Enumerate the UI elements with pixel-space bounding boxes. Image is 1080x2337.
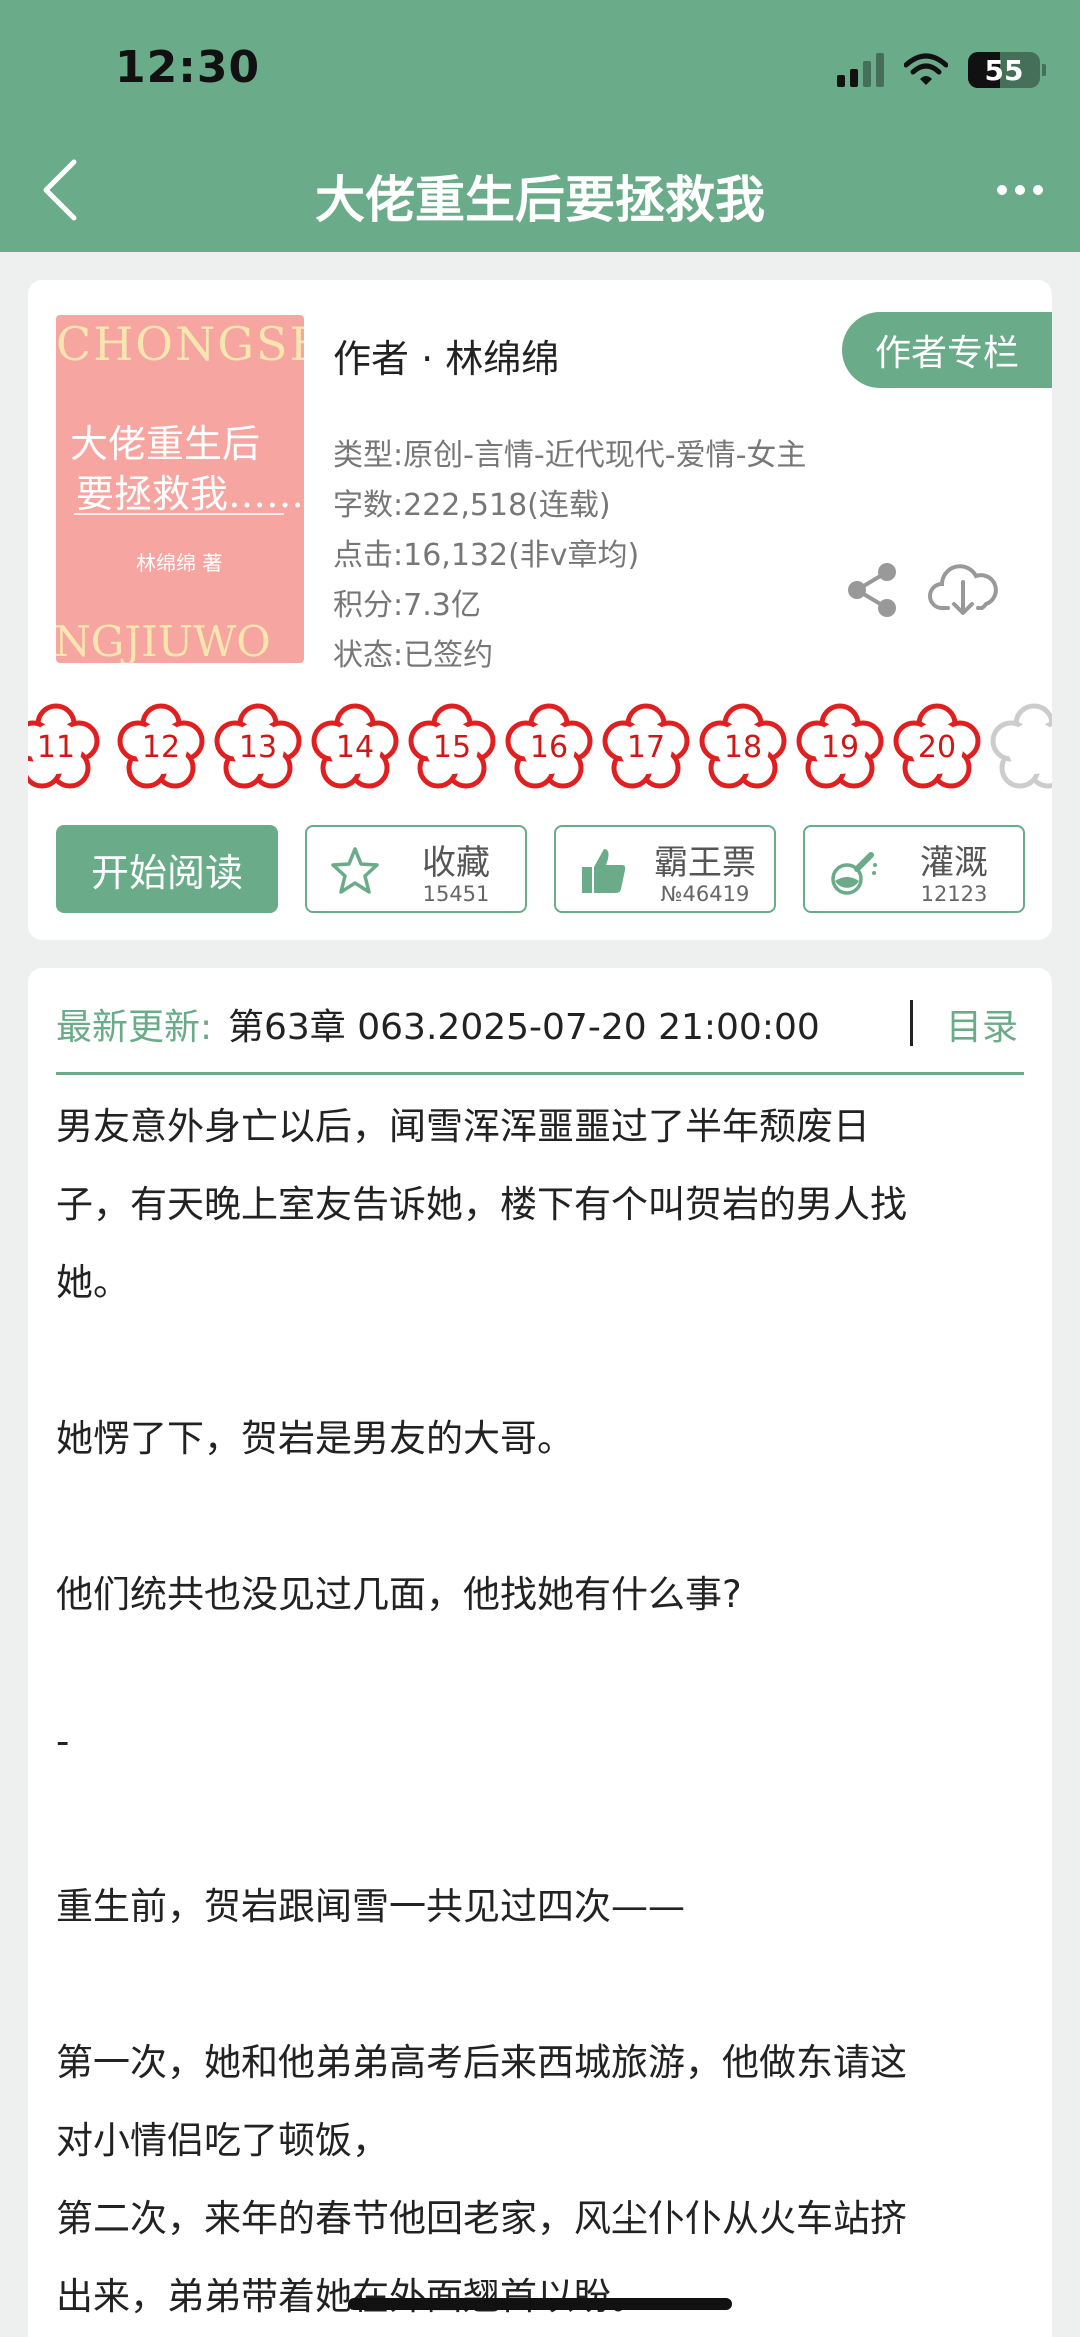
synopsis-line: 第一次，她和他弟弟高考后来西城旅游，他做东请这 <box>56 2041 907 2084</box>
wifi-icon <box>904 53 948 85</box>
more-icon-dot <box>997 185 1007 195</box>
flower-badge[interactable]: 14 <box>307 700 403 796</box>
cover-top-text: CHONGSH <box>56 317 304 371</box>
flower-icon <box>990 703 1052 789</box>
home-indicator[interactable] <box>348 2298 732 2310</box>
meta-status: 状态:已签约 <box>333 638 494 673</box>
flower-badge[interactable]: 17 <box>598 700 694 796</box>
top-bar: 12:30 55 大佬重生后要拯救我 <box>0 0 1080 252</box>
flower-badge[interactable]: 18 <box>695 700 791 796</box>
flower-number: 19 <box>820 730 860 765</box>
flower-number: 15 <box>432 730 472 765</box>
author-column-button[interactable]: 作者专栏 <box>842 312 1052 388</box>
watering-flask-icon <box>831 852 877 895</box>
flower-badge[interactable]: 19 <box>792 700 888 796</box>
synopsis-line: 子，有天晚上室友告诉她，楼下有个叫贺岩的男人找 <box>56 1183 907 1226</box>
flower-badge[interactable]: 16 <box>501 700 597 796</box>
synopsis-line: 男友意外身亡以后，闻雪浑浑噩噩过了半年颓废日 <box>56 1105 870 1148</box>
book-content-card: 最新更新: 第63章 063.2025-07-20 21:00:00 目录 男友… <box>28 968 1052 2337</box>
flower-ranking-strip[interactable]: 11 12 13 14 15 16 17 18 19 20 <box>28 700 1052 800</box>
flower-number: 17 <box>626 730 666 765</box>
flower-number: 16 <box>529 730 569 765</box>
synopsis-line: 对小情侣吃了顿饭， <box>56 2119 389 2162</box>
page-title: 大佬重生后要拯救我 <box>315 171 765 229</box>
flower-badge[interactable]: 20 <box>889 700 985 796</box>
flower-badge[interactable]: 11 <box>28 700 104 796</box>
nutrient-button[interactable]: 灌溉 12123 <box>803 825 1025 913</box>
favorite-label: 收藏 <box>422 843 490 883</box>
synopsis-line: 她愣了下，贺岩是男友的大哥。 <box>56 1417 574 1460</box>
cloud-download-icon <box>928 564 998 615</box>
flower-number: 11 <box>36 730 76 765</box>
thumbs-up-icon <box>582 849 626 893</box>
author-name[interactable]: 作者 · 林绵绵 <box>333 328 559 383</box>
meta-points: 积分:7.3亿 <box>333 588 481 623</box>
table-of-contents-link[interactable]: 目录 <box>946 998 1018 1050</box>
book-cover[interactable]: CHONGSH 大佬重生后 要拯救我…… 林绵绵 著 NGJIUWO <box>56 315 304 663</box>
flower-number: 12 <box>141 730 181 765</box>
flower-number: 18 <box>723 730 763 765</box>
synopsis-line: 她。 <box>56 1261 130 1304</box>
favorite-count: 15451 <box>422 882 490 906</box>
overlord-ticket-count: №46419 <box>660 882 750 906</box>
download-button[interactable] <box>928 558 1000 618</box>
synopsis-line: 他们统共也没见过几面，他找她有什么事? <box>56 1573 742 1616</box>
synopsis-line: - <box>56 1720 70 1763</box>
synopsis-line: 重生前，贺岩跟闻雪一共见过四次—— <box>56 1885 685 1928</box>
start-reading-button[interactable]: 开始阅读 <box>56 825 278 913</box>
share-button[interactable] <box>843 560 903 620</box>
overlord-ticket-button[interactable]: 霸王票 №46419 <box>554 825 776 913</box>
divider <box>910 1000 913 1046</box>
cover-author: 林绵绵 著 <box>136 551 223 575</box>
latest-update-label: 最新更新: <box>56 1007 213 1048</box>
cover-divider <box>74 513 284 515</box>
synopsis-line: 第二次，来年的春节他回老家，风尘仆仆从火车站挤 <box>56 2197 907 2240</box>
status-time: 12:30 <box>115 42 261 93</box>
latest-update-chapter[interactable]: 第63章 063.2025-07-20 21:00:00 <box>228 998 820 1050</box>
more-icon-dot <box>1033 185 1043 195</box>
divider <box>56 1072 1024 1075</box>
more-icon-dot <box>1015 185 1025 195</box>
share-icon <box>848 563 896 617</box>
cover-title-line2: 要拯救我…… <box>76 472 304 516</box>
status-icons: 55 <box>837 48 1046 92</box>
flower-badge[interactable]: 15 <box>404 700 500 796</box>
cover-title-line1: 大佬重生后 <box>70 422 261 466</box>
nutrient-count: 12123 <box>920 882 988 906</box>
flower-badge-partial[interactable] <box>986 700 1052 796</box>
more-options-button[interactable] <box>990 170 1050 210</box>
battery-icon: 55 <box>968 52 1046 88</box>
overlord-ticket-label: 霸王票 <box>654 843 756 883</box>
book-info-card: CHONGSH 大佬重生后 要拯救我…… 林绵绵 著 NGJIUWO 作者 · … <box>28 280 1052 940</box>
meta-genre: 类型:原创-言情-近代现代-爱情-女主 <box>333 438 807 473</box>
synopsis-line: 出来，弟弟带着她在外面翘首以盼。 <box>56 2275 648 2318</box>
meta-clicks: 点击:16,132(非v章均) <box>333 538 640 573</box>
nutrient-label: 灌溉 <box>920 843 988 883</box>
meta-words: 字数:222,518(连载) <box>333 488 611 523</box>
battery-level: 55 <box>984 53 1024 87</box>
flower-badge[interactable]: 13 <box>210 700 306 796</box>
flower-number: 13 <box>238 730 278 765</box>
cover-bottom-text: NGJIUWO <box>56 617 271 663</box>
favorite-button[interactable]: 收藏 15451 <box>305 825 527 913</box>
cellular-signal-icon <box>837 53 884 87</box>
flower-number: 14 <box>335 730 375 765</box>
flower-number: 20 <box>917 730 957 765</box>
star-icon <box>331 847 379 894</box>
flower-badge[interactable]: 12 <box>113 700 209 796</box>
